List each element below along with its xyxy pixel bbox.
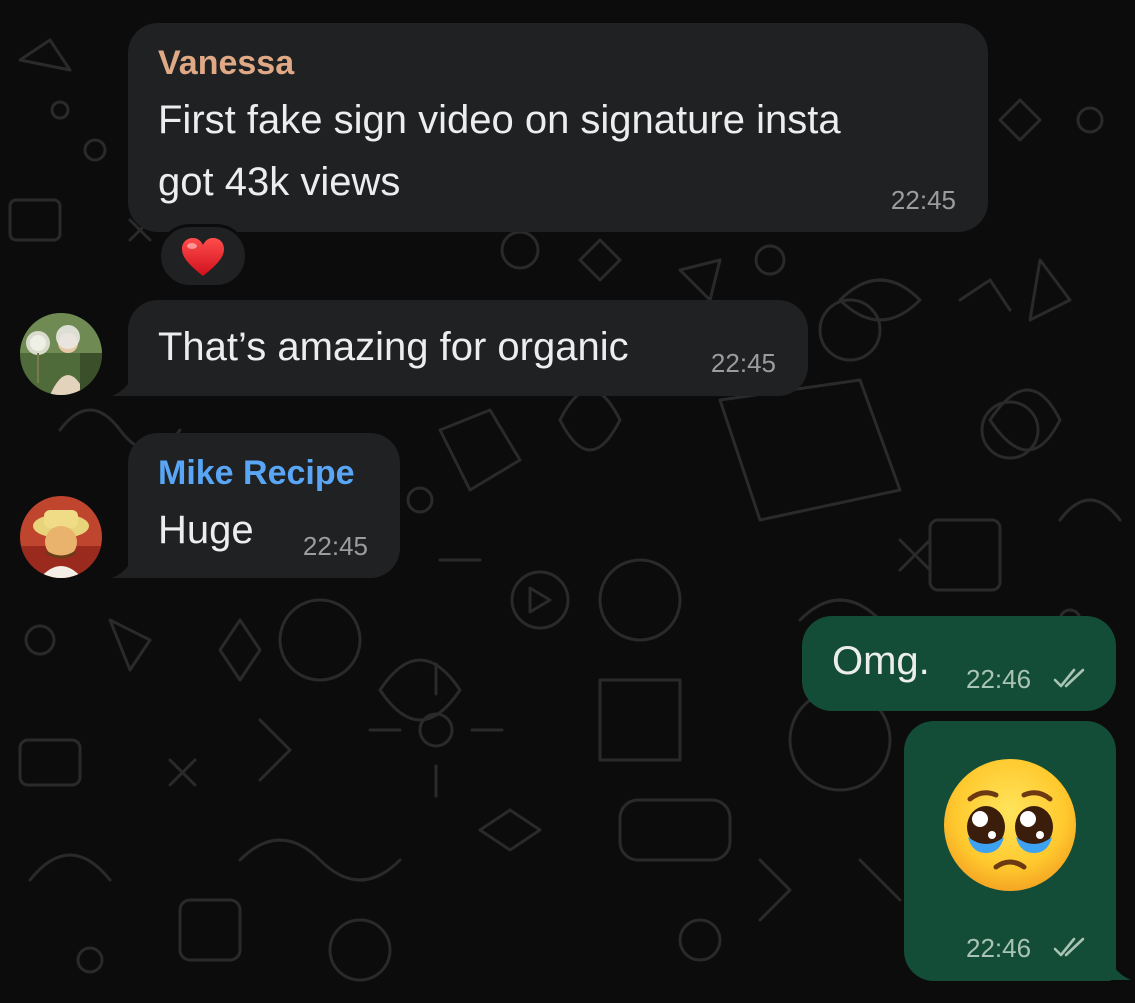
message-bubble[interactable]: That’s amazing for organic 22:45 — [128, 300, 808, 396]
message-time: 22:46 — [966, 933, 1032, 963]
avatar[interactable] — [20, 496, 102, 578]
read-double-check-icon — [1053, 668, 1085, 688]
avatar[interactable] — [20, 313, 102, 395]
chat-conversation: Vanessa First fake sign video on signatu… — [0, 0, 1135, 1003]
message-text: Omg. — [832, 639, 930, 683]
message-text: Huge — [158, 508, 254, 552]
heart-emoji-icon — [182, 238, 224, 276]
message-time: 22:45 — [302, 531, 368, 561]
message-time: 22:45 — [890, 185, 956, 215]
read-double-check-icon — [1053, 937, 1085, 957]
outgoing-message-bubble[interactable]: Omg. 22:46 — [802, 616, 1116, 711]
message-time: 22:45 — [710, 348, 776, 378]
outgoing-emoji-bubble[interactable]: 22:46 — [904, 721, 1116, 981]
message-text-line-1: First fake sign video on signature insta — [158, 98, 841, 142]
avatar-photo-icon — [20, 496, 102, 578]
message-time: 22:46 — [966, 664, 1032, 694]
avatar-photo-icon — [20, 313, 102, 395]
sender-name: Vanessa — [158, 44, 295, 82]
pleading-face-emoji-icon — [944, 759, 1076, 891]
message-text: That’s amazing for organic — [158, 325, 629, 369]
message-bubble-mike-recipe[interactable]: Mike Recipe Huge 22:45 — [128, 433, 400, 578]
sender-name: Mike Recipe — [158, 454, 355, 492]
message-text-line-2: got 43k views — [158, 160, 401, 204]
message-reaction[interactable] — [158, 224, 248, 288]
message-bubble-vanessa[interactable]: Vanessa First fake sign video on signatu… — [128, 23, 988, 232]
